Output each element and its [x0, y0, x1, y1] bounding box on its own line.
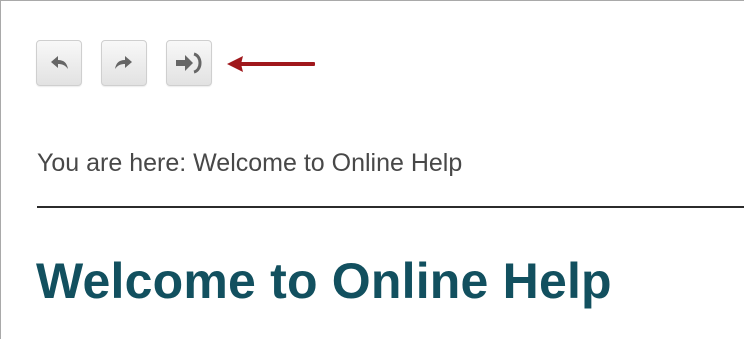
forward-button[interactable] — [101, 40, 147, 86]
arrow-left-icon — [48, 54, 70, 72]
remove-highlight-button[interactable] — [166, 40, 212, 86]
arrow-right-icon — [113, 54, 135, 72]
breadcrumb-prefix: You are here: — [37, 149, 187, 177]
breadcrumb-current: Welcome to Online Help — [193, 149, 463, 177]
back-button[interactable] — [36, 40, 82, 86]
page-title: Welcome to Online Help — [36, 253, 612, 309]
help-page-frame: You are here: Welcome to Online Help Wel… — [0, 0, 744, 339]
callout-arrow-icon — [225, 52, 317, 81]
arrow-into-sign-icon — [174, 52, 204, 74]
breadcrumb: You are here: Welcome to Online Help — [37, 149, 462, 178]
divider — [37, 206, 744, 208]
